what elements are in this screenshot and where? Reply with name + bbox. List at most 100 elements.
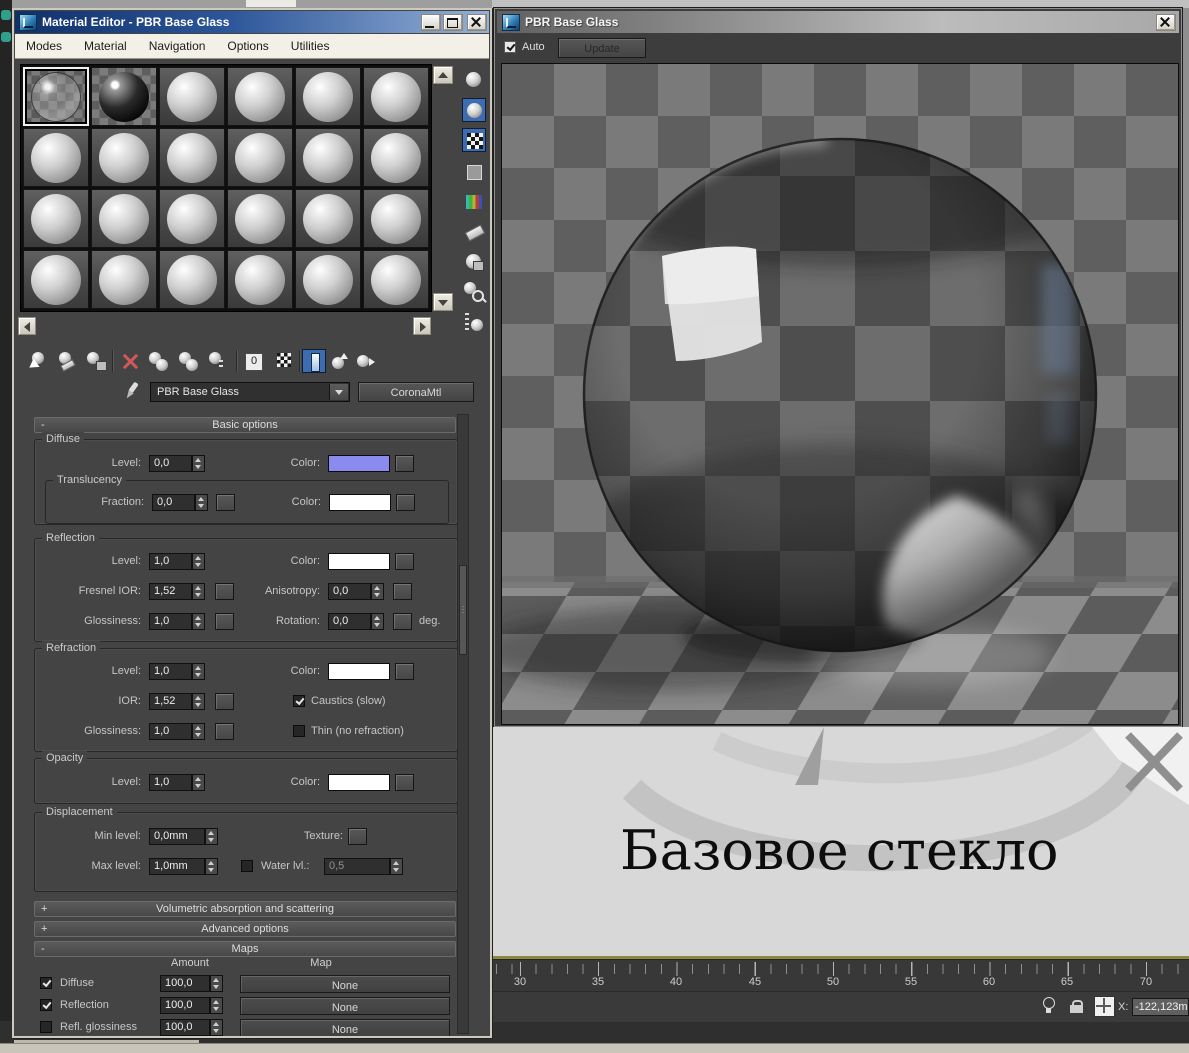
- sample-slot-22[interactable]: [227, 250, 293, 309]
- sample-slot-20[interactable]: [91, 250, 157, 309]
- rollout-scrollbar[interactable]: [457, 414, 469, 1034]
- menu-modes[interactable]: Modes: [15, 39, 73, 53]
- sample-slot-5[interactable]: [295, 67, 361, 126]
- refl-glossiness-map-amount-field[interactable]: 100,0: [160, 1019, 210, 1036]
- close-button[interactable]: [1156, 14, 1176, 31]
- rollout-maps[interactable]: - Maps: [34, 941, 456, 957]
- reflection-color-map-button[interactable]: [395, 553, 414, 570]
- refraction-color-swatch[interactable]: [328, 663, 390, 680]
- refl-glossiness-map-checkbox[interactable]: [40, 1021, 52, 1033]
- diffuse-map-amount-field[interactable]: 100,0: [160, 975, 210, 992]
- material-editor-titlebar[interactable]: Material Editor - PBR Base Glass: [15, 11, 489, 33]
- translucency-fraction-spinner[interactable]: [195, 494, 208, 511]
- auto-checkbox[interactable]: [504, 41, 516, 53]
- refl-glossiness-map-amount-spinner[interactable]: [210, 1019, 223, 1036]
- rollout-advanced[interactable]: + Advanced options: [34, 921, 456, 937]
- sample-slot-6[interactable]: [363, 67, 429, 126]
- slots-scroll-right-button[interactable]: [413, 317, 431, 335]
- ior-field[interactable]: 1,52: [149, 693, 192, 710]
- reflection-glossiness-map-button[interactable]: [215, 613, 234, 630]
- reflection-map-amount-spinner[interactable]: [210, 997, 223, 1014]
- reset-map-button[interactable]: [119, 350, 141, 372]
- sample-slot-9[interactable]: [159, 128, 225, 187]
- go-forward-to-sibling-button[interactable]: [355, 350, 377, 372]
- x-coordinate-field[interactable]: -122,123m: [1132, 998, 1189, 1016]
- sample-slot-2[interactable]: [91, 67, 157, 126]
- water-level-field[interactable]: 0,5: [324, 858, 390, 875]
- transform-gizmo-icon[interactable]: [1094, 996, 1115, 1017]
- reflection-level-field[interactable]: 1,0: [149, 553, 192, 570]
- rollout-basic-options[interactable]: - Basic options: [34, 417, 456, 433]
- opacity-color-swatch[interactable]: [328, 774, 390, 791]
- sample-uv-tiling-button[interactable]: [462, 160, 486, 184]
- sample-slot-13[interactable]: [23, 189, 89, 248]
- viewport[interactable]: Базовое стекло: [492, 727, 1189, 956]
- slots-scroll-left-button[interactable]: [18, 317, 36, 335]
- ior-spinner[interactable]: [192, 693, 205, 710]
- menu-options[interactable]: Options: [216, 39, 279, 53]
- sample-slot-23[interactable]: [295, 250, 361, 309]
- close-button[interactable]: [467, 14, 487, 31]
- slots-scroll-up-button[interactable]: [433, 66, 453, 84]
- pick-material-eyedropper-icon[interactable]: [122, 381, 142, 401]
- sample-slot-21[interactable]: [159, 250, 225, 309]
- render-window-titlebar[interactable]: PBR Base Glass: [497, 11, 1179, 33]
- max-level-field[interactable]: 1,0mm: [149, 858, 205, 875]
- key-filter-lightbulb-icon[interactable]: [1042, 997, 1055, 1014]
- diffuse-level-field[interactable]: 0,0: [149, 455, 192, 472]
- selection-lock-icon[interactable]: [1070, 1000, 1083, 1013]
- backlight-button[interactable]: [462, 98, 486, 122]
- make-material-copy-button[interactable]: [147, 350, 169, 372]
- chevron-down-icon[interactable]: [329, 384, 348, 400]
- sample-slot-3[interactable]: [159, 67, 225, 126]
- refl-glossiness-map-slot-button[interactable]: None: [240, 1019, 450, 1036]
- diffuse-color-swatch[interactable]: [328, 455, 390, 472]
- reflection-level-spinner[interactable]: [192, 553, 205, 570]
- update-button[interactable]: Update: [558, 38, 646, 58]
- video-color-check-button[interactable]: [462, 190, 486, 214]
- thin-checkbox[interactable]: [293, 725, 305, 737]
- sample-slot-24[interactable]: [363, 250, 429, 309]
- translucency-color-map-button[interactable]: [396, 494, 415, 511]
- opacity-color-map-button[interactable]: [395, 774, 414, 791]
- fresnel-ior-spinner[interactable]: [192, 583, 205, 600]
- refraction-glossiness-field[interactable]: 1,0: [149, 723, 192, 740]
- material-map-navigator-button[interactable]: [462, 310, 486, 334]
- caustics-checkbox[interactable]: [293, 695, 305, 707]
- menu-utilities[interactable]: Utilities: [280, 39, 341, 53]
- reflection-glossiness-spinner[interactable]: [192, 613, 205, 630]
- sample-slot-11[interactable]: [295, 128, 361, 187]
- background-button[interactable]: [462, 128, 486, 152]
- slots-scroll-down-button[interactable]: [433, 293, 453, 311]
- min-level-spinner[interactable]: [205, 828, 218, 845]
- put-to-library-button[interactable]: [207, 350, 229, 372]
- make-preview-button[interactable]: [462, 220, 486, 244]
- diffuse-map-amount-spinner[interactable]: [210, 975, 223, 992]
- sample-slot-4[interactable]: [227, 67, 293, 126]
- sample-slot-16[interactable]: [227, 189, 293, 248]
- sample-slot-12[interactable]: [363, 128, 429, 187]
- minimize-button[interactable]: [421, 14, 441, 31]
- select-by-material-button[interactable]: [462, 280, 486, 304]
- ior-map-button[interactable]: [215, 693, 234, 710]
- reflection-color-swatch[interactable]: [328, 553, 390, 570]
- refraction-level-spinner[interactable]: [192, 663, 205, 680]
- refraction-glossiness-spinner[interactable]: [192, 723, 205, 740]
- water-level-checkbox[interactable]: [241, 860, 253, 872]
- sample-slot-10[interactable]: [227, 128, 293, 187]
- opacity-level-field[interactable]: 1,0: [149, 774, 192, 791]
- translucency-color-swatch[interactable]: [329, 494, 391, 511]
- get-material-button[interactable]: [30, 350, 52, 372]
- sample-type-button[interactable]: [462, 68, 486, 92]
- show-shaded-in-viewport-button[interactable]: [274, 350, 296, 372]
- reflection-map-amount-field[interactable]: 100,0: [160, 997, 210, 1014]
- put-material-to-scene-button[interactable]: [57, 350, 79, 372]
- fresnel-ior-map-button[interactable]: [215, 583, 234, 600]
- material-name-dropdown[interactable]: PBR Base Glass: [150, 382, 350, 402]
- anisotropy-map-button[interactable]: [393, 583, 412, 600]
- rotation-map-button[interactable]: [393, 613, 412, 630]
- sample-slot-8[interactable]: [91, 128, 157, 187]
- translucency-fraction-field[interactable]: 0,0: [152, 494, 195, 511]
- sample-slot-18[interactable]: [363, 189, 429, 248]
- diffuse-color-map-button[interactable]: [395, 455, 414, 472]
